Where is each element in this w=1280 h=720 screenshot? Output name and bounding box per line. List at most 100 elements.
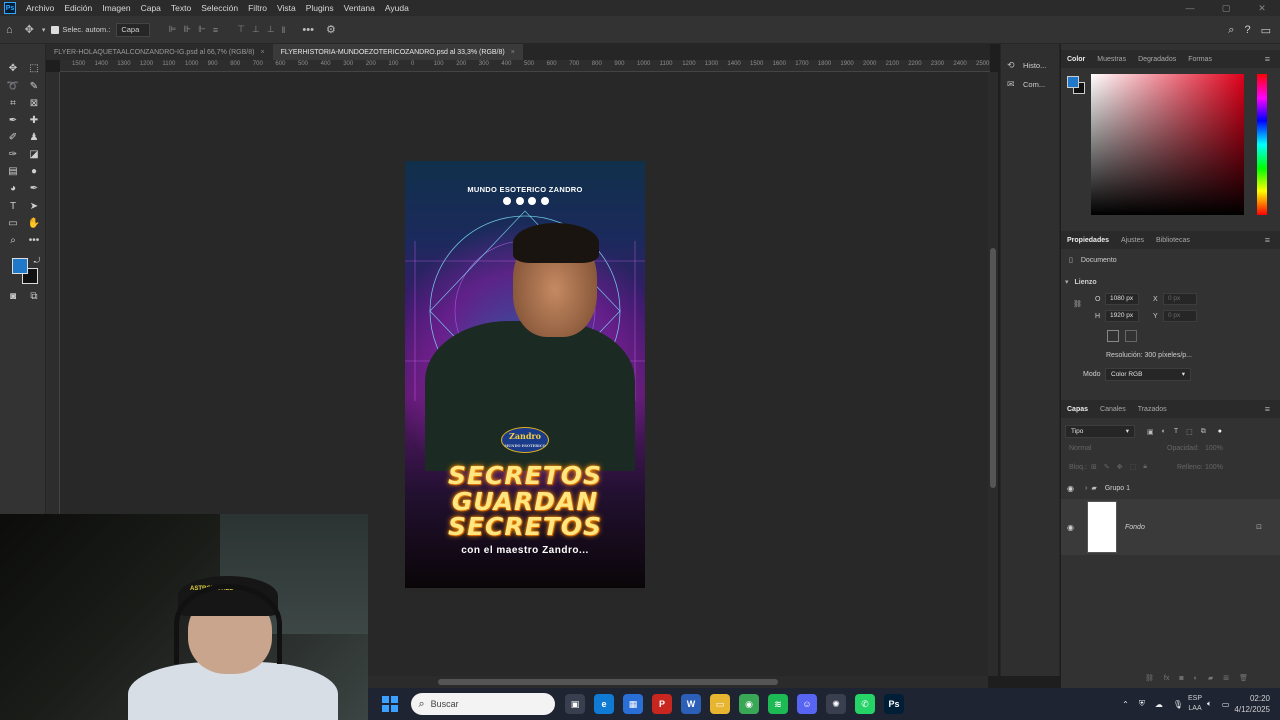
trash-icon[interactable]: 🗑︎ — [1239, 674, 1248, 682]
defender-icon[interactable]: ⛨ — [1139, 699, 1145, 709]
filter-smart-icon[interactable]: ⧉ — [1201, 428, 1206, 436]
blend-mode-value[interactable]: Normal — [1069, 445, 1167, 452]
adjustment-layer-icon[interactable]: ◐ — [1194, 675, 1198, 682]
rectangle-tool-icon[interactable]: ▭ — [6, 217, 20, 231]
history-brush-tool-icon[interactable]: ✑ — [6, 148, 20, 162]
link-layers-icon[interactable]: ⛓ — [1145, 674, 1154, 682]
gear-icon[interactable]: ⚙ — [326, 23, 336, 36]
explorer-icon[interactable]: ▭ — [710, 694, 730, 714]
tab-ajustes[interactable]: Ajustes — [1115, 237, 1150, 244]
frame-tool-icon[interactable]: ⊠ — [27, 97, 41, 111]
distribute-v-icon[interactable]: ‖ — [282, 25, 286, 35]
document-canvas[interactable]: MUNDO ESOTERICO ZANDRO Zandro MUNDO ESOT… — [405, 161, 645, 588]
tab-trazados[interactable]: Trazados — [1132, 406, 1173, 413]
filter-shape-icon[interactable]: ⬚ — [1186, 428, 1193, 436]
tab-flyer-ig[interactable]: FLYER-HOLAQUETAALCONZANDRO-IG.psd al 66,… — [46, 44, 273, 60]
foreground-color-swatch[interactable] — [1067, 76, 1079, 88]
close-icon[interactable]: × — [511, 49, 515, 56]
auto-select-checkbox[interactable] — [51, 25, 60, 34]
portrait-icon[interactable] — [1107, 330, 1119, 342]
align-bottom-icon[interactable]: ⊥ — [267, 24, 275, 35]
type-tool-icon[interactable]: T — [6, 200, 20, 214]
zoom-tool-icon[interactable]: ⌕ — [6, 234, 20, 248]
distribute-h-icon[interactable]: ≡ — [213, 25, 218, 35]
menu-plugins[interactable]: Plugins — [301, 3, 339, 13]
screen-mode-icon[interactable]: ⧉ — [27, 290, 41, 304]
horizontal-scrollbar[interactable] — [368, 676, 988, 688]
quick-mask-icon[interactable]: ◙ — [6, 290, 20, 304]
microphone-icon[interactable]: 🎙︎ — [1173, 700, 1183, 709]
healing-brush-tool-icon[interactable]: ✚ — [27, 114, 41, 128]
chevron-down-icon[interactable]: ▾ — [42, 26, 46, 34]
tab-muestras[interactable]: Muestras — [1091, 56, 1132, 63]
chevron-right-icon[interactable]: › — [1085, 485, 1087, 492]
windows-start-icon[interactable] — [380, 694, 400, 714]
dodge-tool-icon[interactable]: ◕ — [6, 182, 20, 196]
maximize-icon[interactable]: ▢ — [1208, 0, 1244, 16]
opacity-value[interactable]: 100% — [1205, 445, 1223, 452]
lock-artboard-icon[interactable]: ⬚ — [1130, 463, 1137, 471]
store-icon[interactable]: ▦ — [623, 694, 643, 714]
menu-texto[interactable]: Texto — [166, 3, 196, 13]
x-input[interactable]: 0 px — [1163, 293, 1197, 305]
taskbar-search[interactable]: ⌕ Buscar — [410, 693, 555, 715]
history-panel-button[interactable]: ⟲ Histo... — [1007, 60, 1046, 70]
new-group-icon[interactable]: ▰ — [1208, 674, 1213, 682]
new-layer-icon[interactable]: ⊞ — [1223, 674, 1229, 682]
home-icon[interactable]: ⌂ — [6, 24, 13, 36]
y-input[interactable]: 0 px — [1163, 310, 1197, 322]
tab-flyer-historia[interactable]: FLYERHISTORIA-MUNDOEZOTERICOZANDRO.psd a… — [272, 44, 523, 60]
align-center-h-icon[interactable]: ⊪ — [183, 24, 191, 35]
path-select-tool-icon[interactable]: ➤ — [27, 200, 41, 214]
chatgpt-icon[interactable]: ✺ — [826, 694, 846, 714]
filter-type-icon[interactable]: T — [1174, 428, 1178, 435]
move-tool-icon[interactable]: ✥ — [6, 62, 20, 76]
width-input[interactable]: 1080 px — [1105, 293, 1139, 305]
swap-colors-icon[interactable]: ⤾ — [30, 254, 44, 268]
lock-transparency-icon[interactable]: ⊞ — [1091, 463, 1097, 471]
layer-row-group[interactable]: ◉ › ▰ Grupo 1 — [1061, 481, 1280, 495]
height-input[interactable]: 1920 px — [1105, 310, 1139, 322]
task-view-icon[interactable]: ▣ — [565, 694, 585, 714]
color-picker-field[interactable] — [1091, 74, 1244, 215]
align-top-icon[interactable]: ⊤ — [237, 24, 245, 35]
hue-slider[interactable] — [1257, 74, 1267, 215]
landscape-icon[interactable] — [1125, 330, 1137, 342]
spotify-icon[interactable]: ≋ — [768, 694, 788, 714]
tab-degradados[interactable]: Degradados — [1132, 56, 1182, 63]
menu-filtro[interactable]: Filtro — [243, 3, 272, 13]
scroll-thumb[interactable] — [438, 679, 778, 685]
mask-icon[interactable]: ◙ — [1179, 675, 1183, 682]
link-icon[interactable]: ⛓ — [1073, 300, 1082, 308]
volume-icon[interactable]: 🔈︎ — [1207, 699, 1212, 709]
menu-archivo[interactable]: Archivo — [21, 3, 59, 13]
auto-select-dropdown[interactable]: Capa — [116, 22, 151, 37]
photoshop-icon[interactable]: Ps — [884, 694, 904, 714]
tab-bibliotecas[interactable]: Bibliotecas — [1150, 237, 1196, 244]
tab-canales[interactable]: Canales — [1094, 406, 1132, 413]
pen-tool-icon[interactable]: ✒ — [27, 182, 41, 196]
menu-vista[interactable]: Vista — [272, 3, 301, 13]
menu-seleccion[interactable]: Selección — [196, 3, 243, 13]
lock-all-icon[interactable]: 🔒︎ — [1143, 463, 1147, 471]
blur-tool-icon[interactable]: ● — [27, 165, 41, 179]
whatsapp-icon[interactable]: ✆ — [855, 694, 875, 714]
hand-tool-icon[interactable]: ✋ — [27, 217, 41, 231]
fill-value[interactable]: 100% — [1205, 464, 1223, 471]
filter-adjust-icon[interactable]: ◐ — [1162, 428, 1166, 435]
move-tool-icon[interactable]: ✥ — [25, 23, 34, 36]
menu-ayuda[interactable]: Ayuda — [380, 3, 414, 13]
foreground-color-swatch[interactable] — [12, 258, 28, 274]
lasso-tool-icon[interactable]: ➰ — [6, 80, 20, 94]
lock-position-icon[interactable]: ✥ — [1117, 463, 1123, 471]
scroll-thumb[interactable] — [990, 248, 996, 488]
chevron-up-icon[interactable]: ⌃ — [1122, 700, 1129, 709]
tab-propiedades[interactable]: Propiedades — [1061, 237, 1115, 244]
panel-menu-icon[interactable]: ≡ — [1259, 235, 1276, 245]
crop-tool-icon[interactable]: ⌗ — [6, 97, 20, 111]
menu-capa[interactable]: Capa — [136, 3, 166, 13]
tab-color[interactable]: Color — [1061, 56, 1091, 63]
eye-icon[interactable]: ◉ — [1067, 484, 1077, 493]
quick-select-tool-icon[interactable]: ✎ — [27, 80, 41, 94]
panel-menu-icon[interactable]: ≡ — [1259, 54, 1276, 64]
